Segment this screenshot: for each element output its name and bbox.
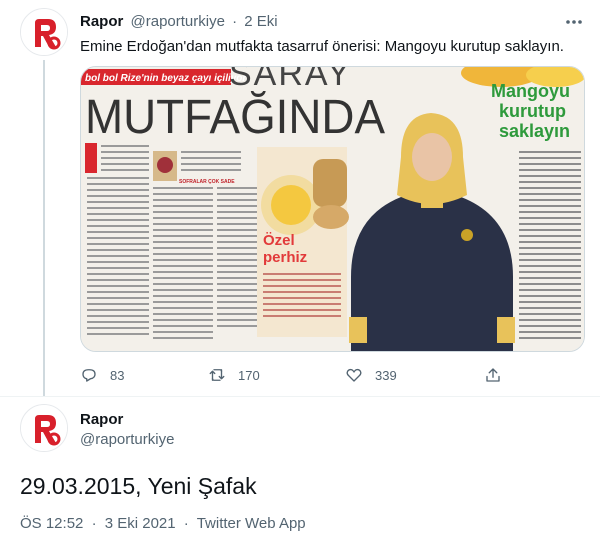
newspaper-clipping-image: bol bol Rize'nin beyaz çayı içiliyor. SA… [81, 67, 584, 351]
retweet-action[interactable]: 170 [208, 362, 260, 388]
headline: MUTFAĞINDA [85, 90, 385, 144]
tweet-text: Emine Erdoğan'dan mutfakta tasarruf öner… [80, 38, 564, 55]
retweet-icon [209, 369, 225, 381]
green-heading-line1: Mangoyu [491, 81, 570, 101]
reply-count: 83 [110, 367, 125, 383]
like-count: 339 [375, 367, 397, 383]
green-heading-line2: kurutup [499, 101, 566, 121]
box-title-line2: perhiz [263, 249, 307, 266]
like-action[interactable]: 339 [345, 362, 397, 388]
rapor-logo [21, 405, 67, 451]
more-icon[interactable] [564, 12, 584, 32]
time-separator: · [232, 13, 238, 30]
banner-text: bol bol Rize'nin beyaz çayı içiliyor. [85, 73, 249, 84]
author-name-2[interactable]: Rapor [80, 410, 123, 430]
tweet-divider [0, 396, 600, 397]
tweet-main[interactable]: Rapor @raporturkiye · 2 Eki Emine Erdoğa… [0, 0, 600, 396]
share-icon [486, 368, 500, 382]
green-heading-line3: saklayın [499, 121, 570, 141]
author-avatar-2[interactable] [20, 404, 68, 452]
tweet-date[interactable]: 3 Eki 2021 [105, 515, 176, 532]
tweet-source[interactable]: Twitter Web App [197, 515, 306, 532]
author-name[interactable]: Rapor [80, 13, 123, 30]
share-action[interactable] [484, 362, 502, 388]
meta-separator: · [183, 515, 189, 532]
author-avatar[interactable] [20, 8, 68, 56]
subheading: SOFRALAR ÇOK SADE [179, 179, 235, 185]
thread-connector [43, 60, 45, 396]
reply-action[interactable]: 83 [80, 362, 124, 388]
tweet-media[interactable]: bol bol Rize'nin beyaz çayı içiliyor. SA… [80, 66, 585, 352]
tweet-meta: ÖS 12:52 · 3 Eki 2021 · Twitter Web App [20, 514, 306, 534]
box-title-line1: Özel [263, 232, 295, 249]
retweet-count: 170 [238, 367, 260, 383]
tweet-time[interactable]: 2 Eki [244, 13, 277, 30]
headline-top: SARAY [229, 67, 352, 93]
tweet-text-2: 29.03.2015, Yeni Şafak [20, 473, 257, 499]
reply-icon [82, 369, 96, 382]
author-handle-2[interactable]: @raporturkiye [80, 430, 174, 450]
author-handle[interactable]: @raporturkiye [131, 13, 225, 30]
rapor-logo [21, 9, 67, 55]
tweet-timestamp[interactable]: ÖS 12:52 [20, 515, 83, 532]
tweet-header: Rapor @raporturkiye · 2 Eki [80, 12, 278, 32]
like-icon [346, 368, 362, 382]
meta-separator: · [91, 515, 97, 532]
